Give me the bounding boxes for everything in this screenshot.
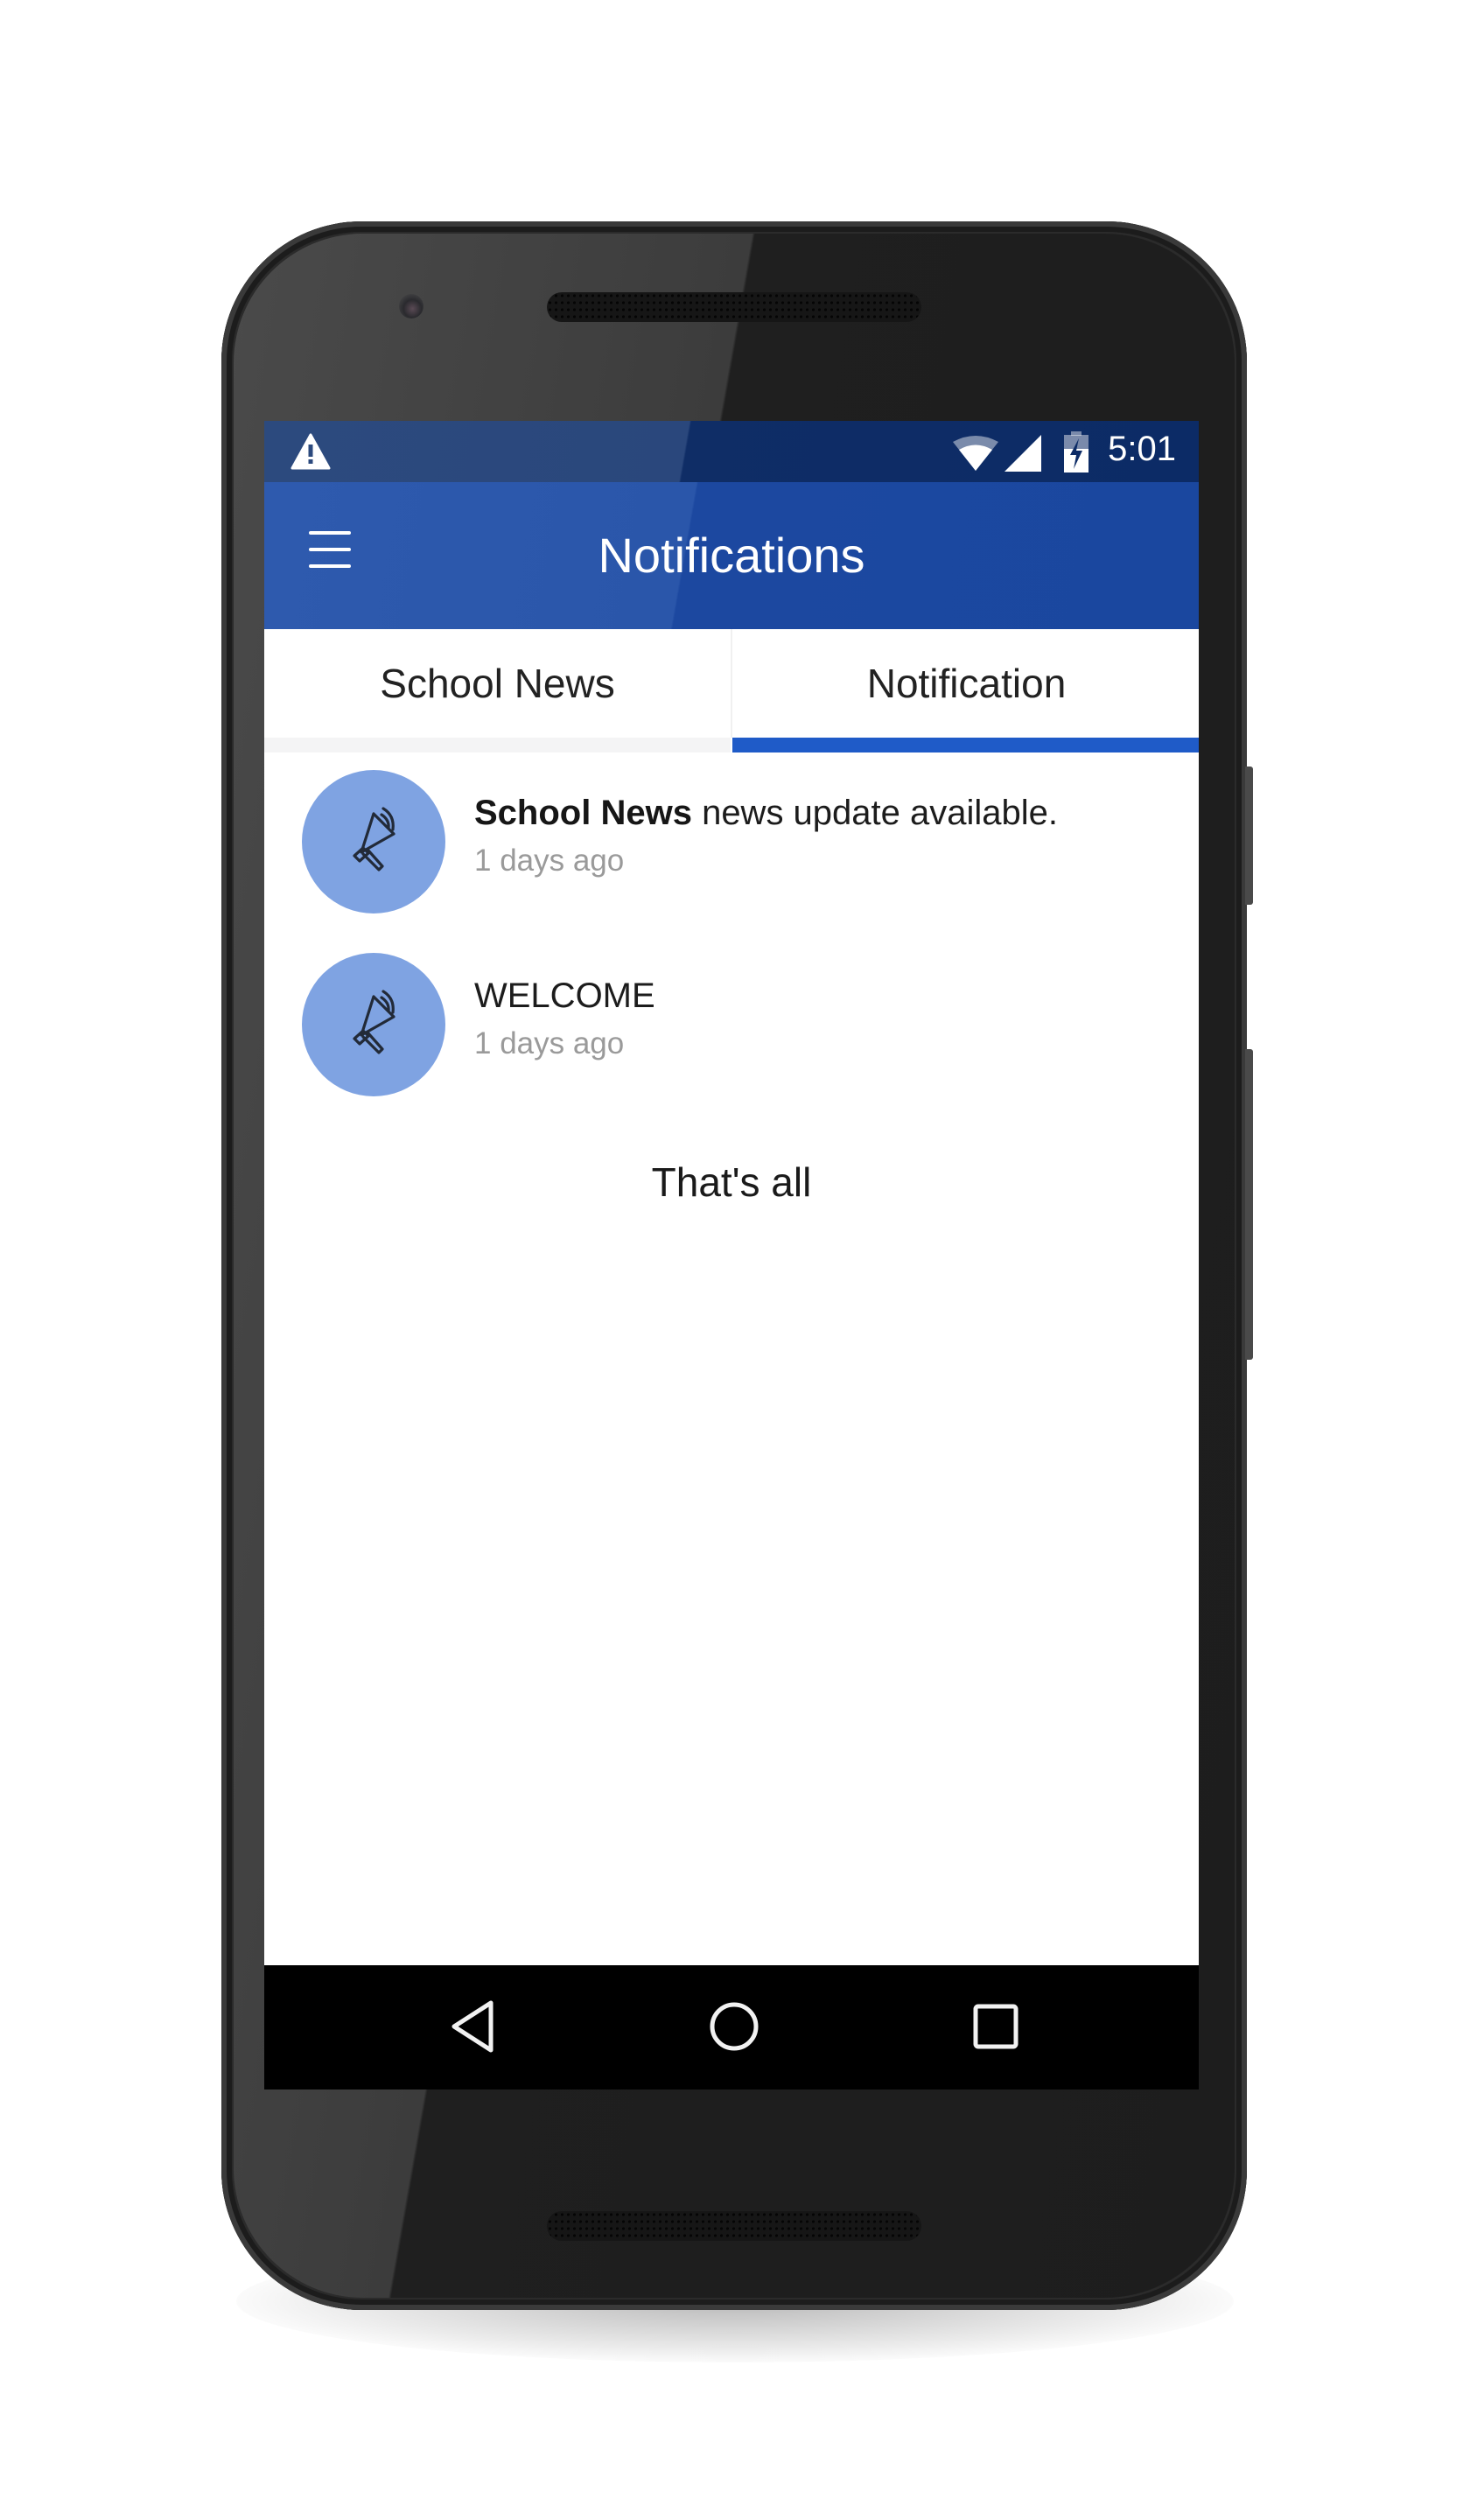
page-title: Notifications (598, 528, 865, 583)
app-bar: Notifications (264, 482, 1199, 629)
notification-time: 1 days ago (474, 844, 625, 878)
wifi-icon (952, 435, 999, 476)
tab-indicator-selected (732, 738, 1199, 752)
tab-school-news[interactable]: School News (264, 629, 731, 738)
avatar (302, 770, 445, 914)
tab-bar: School News Notification (264, 629, 1199, 753)
notification-title: School News news update available. (474, 794, 1058, 833)
tab-indicator-track (264, 738, 731, 752)
megaphone-icon (353, 807, 396, 872)
home-circle-icon (710, 2002, 759, 2051)
navigation-bar (264, 1965, 1199, 2090)
cell-signal-icon (1004, 435, 1041, 476)
recents-button[interactable] (956, 1987, 1035, 2066)
home-button[interactable] (695, 1987, 774, 2066)
power-button (1245, 766, 1253, 905)
recents-square-icon (973, 2004, 1018, 2049)
status-bar: 5:01 (264, 421, 1199, 482)
avatar (302, 953, 445, 1096)
tab-notification[interactable]: Notification (731, 629, 1199, 738)
battery-charging-icon (1062, 431, 1090, 478)
top-speaker (547, 292, 921, 322)
notification-title-rest: news update available. (691, 794, 1059, 832)
notification-title-bold: School News (474, 794, 692, 832)
screen: 5:01 Notifications School News Notificat… (264, 421, 1199, 2090)
list-item[interactable]: School News news update available. 1 day… (264, 753, 1199, 928)
megaphone-icon (353, 990, 396, 1054)
back-triangle-icon (452, 2000, 494, 2053)
volume-button (1245, 1049, 1253, 1360)
notification-title: WELCOME (474, 976, 655, 1016)
list-item[interactable]: WELCOME 1 days ago (264, 936, 1199, 1111)
back-button[interactable] (433, 1987, 512, 2066)
front-camera (399, 294, 424, 318)
notification-time: 1 days ago (474, 1026, 625, 1060)
bottom-speaker (547, 2211, 921, 2241)
list-end-text: That's all (651, 1159, 812, 1205)
notification-title-rest: WELCOME (474, 976, 655, 1015)
status-time: 5:01 (1108, 430, 1176, 468)
warning-icon (290, 433, 331, 474)
